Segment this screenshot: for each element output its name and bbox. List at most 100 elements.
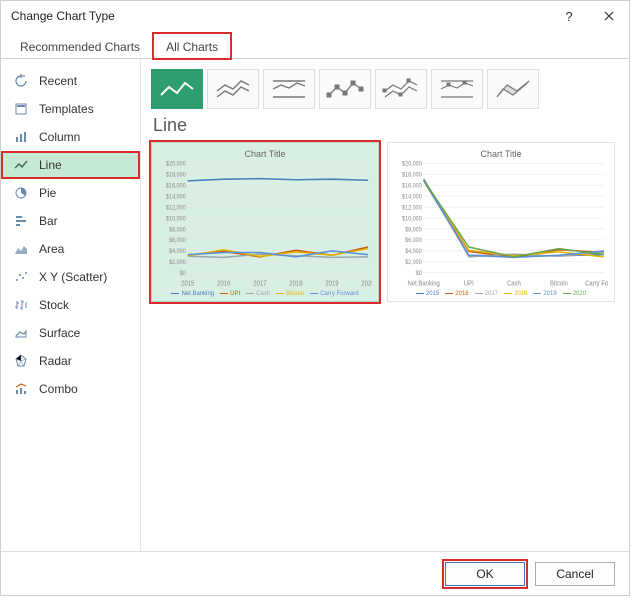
svg-text:$6,000: $6,000 (405, 238, 422, 244)
sidebar-item-pie[interactable]: Pie (1, 179, 140, 207)
svg-text:2016: 2016 (217, 280, 231, 288)
svg-text:$14,000: $14,000 (402, 194, 422, 200)
pie-icon (13, 185, 29, 201)
preview-chart-1[interactable]: Chart Title $20,000 $18,000 $16,000 $14,000… (151, 142, 379, 302)
sidebar-item-label: Combo (39, 382, 78, 396)
sidebar-item-stock[interactable]: Stock (1, 291, 140, 319)
sidebar-item-label: Column (39, 130, 80, 144)
dialog-title: Change Chart Type (11, 9, 115, 23)
preview-plot-2: $20,000 $18,000 $16,000 $14,000 $12,000 $10,0… (394, 161, 608, 289)
svg-text:$2,000: $2,000 (169, 260, 186, 266)
svg-text:$4,000: $4,000 (405, 249, 422, 255)
svg-text:Net Banking: Net Banking (408, 280, 441, 288)
sidebar-item-label: Stock (39, 298, 69, 312)
svg-text:$18,000: $18,000 (166, 172, 186, 178)
svg-text:$10,000: $10,000 (402, 216, 422, 222)
dialog-body: Recent Templates Column Line Pie Bar (1, 59, 629, 551)
preview-title: Chart Title (394, 149, 608, 159)
svg-text:Carry Forward: Carry Forward (585, 280, 608, 288)
sidebar-item-scatter[interactable]: X Y (Scatter) (1, 263, 140, 291)
svg-text:$6,000: $6,000 (169, 238, 186, 244)
change-chart-type-dialog: Change Chart Type ? Recommended Charts A… (0, 0, 630, 596)
recent-icon (13, 73, 29, 89)
line-icon (13, 157, 29, 173)
sidebar-item-label: Area (39, 242, 64, 256)
sidebar-item-bar[interactable]: Bar (1, 207, 140, 235)
svg-text:$14,000: $14,000 (166, 194, 186, 200)
chart-type-title: Line (153, 115, 619, 136)
sidebar-item-combo[interactable]: Combo (1, 375, 140, 403)
scatter-icon (13, 269, 29, 285)
svg-text:$12,000: $12,000 (402, 205, 422, 211)
dialog-footer: OK Cancel (1, 551, 629, 595)
sidebar-item-surface[interactable]: Surface (1, 319, 140, 347)
sidebar-item-label: Templates (39, 102, 94, 116)
subtype-100-stacked-line-markers[interactable] (431, 69, 483, 109)
templates-icon (13, 101, 29, 117)
subtype-100-stacked-line[interactable] (263, 69, 315, 109)
close-icon (604, 11, 614, 21)
svg-text:$8,000: $8,000 (405, 227, 422, 233)
svg-text:$18,000: $18,000 (402, 172, 422, 178)
svg-text:$20,000: $20,000 (402, 161, 422, 167)
svg-text:$16,000: $16,000 (402, 183, 422, 189)
svg-text:2015: 2015 (181, 280, 195, 288)
subtype-stacked-line-markers[interactable] (375, 69, 427, 109)
surface-icon (13, 325, 29, 341)
sidebar-item-line[interactable]: Line (1, 151, 140, 179)
radar-icon (13, 353, 29, 369)
subtype-line[interactable] (151, 69, 203, 109)
svg-text:$12,000: $12,000 (166, 205, 186, 211)
line-subtype-row (151, 69, 619, 109)
svg-text:2017: 2017 (253, 280, 267, 288)
svg-text:UPI: UPI (464, 280, 474, 288)
help-button[interactable]: ? (549, 1, 589, 31)
preview-chart-2[interactable]: Chart Title $20,000 $18,000 $16,000 $14,000… (387, 142, 615, 302)
sidebar-item-label: Bar (39, 214, 58, 228)
ok-button[interactable]: OK (445, 562, 525, 586)
tab-recommended[interactable]: Recommended Charts (7, 33, 153, 59)
svg-text:$16,000: $16,000 (166, 183, 186, 189)
window-controls: ? (549, 1, 629, 31)
svg-text:$8,000: $8,000 (169, 227, 186, 233)
chart-type-sidebar: Recent Templates Column Line Pie Bar (1, 59, 141, 551)
preview-legend-2: 201520162017201820192020 (394, 289, 608, 297)
svg-text:$2,000: $2,000 (405, 260, 422, 266)
area-icon (13, 241, 29, 257)
sidebar-item-column[interactable]: Column (1, 123, 140, 151)
svg-text:$4,000: $4,000 (169, 249, 186, 255)
preview-title: Chart Title (158, 149, 372, 159)
sidebar-item-radar[interactable]: Radar (1, 347, 140, 375)
subtype-line-markers[interactable] (319, 69, 371, 109)
sidebar-item-label: X Y (Scatter) (39, 270, 107, 284)
svg-text:$20,000: $20,000 (166, 161, 186, 167)
subtype-3d-line[interactable] (487, 69, 539, 109)
stock-icon (13, 297, 29, 313)
svg-text:$0: $0 (180, 271, 187, 277)
close-button[interactable] (589, 1, 629, 31)
sidebar-item-label: Recent (39, 74, 77, 88)
preview-plot-1: $20,000 $18,000 $16,000 $14,000 $12,000 $10,0… (158, 161, 372, 289)
subtype-stacked-line[interactable] (207, 69, 259, 109)
column-icon (13, 129, 29, 145)
svg-text:2020: 2020 (361, 280, 372, 288)
svg-text:$10,000: $10,000 (166, 216, 186, 222)
sidebar-item-label: Pie (39, 186, 56, 200)
combo-icon (13, 381, 29, 397)
svg-text:2018: 2018 (289, 280, 303, 288)
tab-bar: Recommended Charts All Charts (1, 31, 629, 59)
svg-text:2019: 2019 (325, 280, 339, 288)
preview-row: Chart Title $20,000 $18,000 $16,000 $14,000… (151, 142, 619, 302)
sidebar-item-label: Line (39, 158, 62, 172)
bar-icon (13, 213, 29, 229)
cancel-button[interactable]: Cancel (535, 562, 615, 586)
svg-text:$0: $0 (416, 271, 423, 277)
svg-text:Cash: Cash (507, 280, 521, 288)
sidebar-item-label: Radar (39, 354, 72, 368)
tab-all-charts[interactable]: All Charts (153, 33, 231, 59)
titlebar: Change Chart Type ? (1, 1, 629, 31)
sidebar-item-recent[interactable]: Recent (1, 67, 140, 95)
svg-text:Bitcoin: Bitcoin (550, 280, 568, 288)
sidebar-item-area[interactable]: Area (1, 235, 140, 263)
sidebar-item-templates[interactable]: Templates (1, 95, 140, 123)
